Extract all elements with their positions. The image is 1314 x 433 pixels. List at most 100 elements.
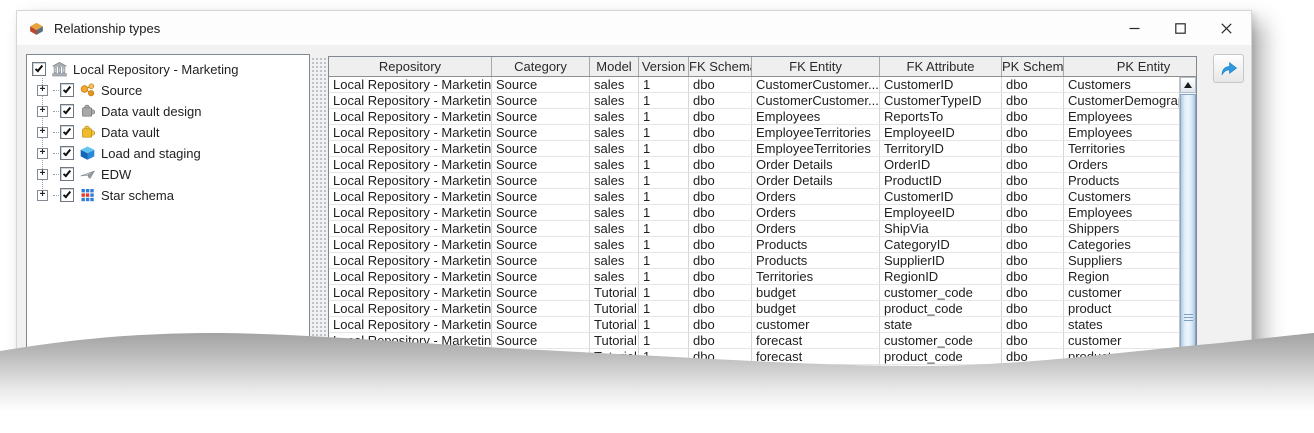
expand-icon[interactable]: + <box>37 106 48 117</box>
checkbox[interactable] <box>60 125 74 139</box>
column-header[interactable]: PK Entity <box>1064 57 1197 76</box>
table-cell: Source <box>492 205 590 221</box>
table-cell: OrderID <box>880 157 1002 173</box>
close-button[interactable] <box>1203 11 1249 45</box>
table-cell: Source <box>492 125 590 141</box>
table-cell: Employees <box>752 109 880 125</box>
table-cell: Source <box>492 237 590 253</box>
table-cell: Local Repository - Marketing <box>329 285 492 301</box>
table-row[interactable]: Local Repository - MarketingSourceTutori… <box>329 349 1181 365</box>
table-row[interactable]: Local Repository - MarketingSourcesales1… <box>329 125 1181 141</box>
table-row[interactable]: Local Repository - MarketingSourcesales1… <box>329 205 1181 221</box>
expand-icon[interactable]: + <box>37 127 48 138</box>
table-cell: sales <box>590 253 639 269</box>
column-header[interactable]: FK Attribute <box>880 57 1002 76</box>
table-cell: dbo <box>689 77 752 93</box>
split-pane-divider[interactable] <box>310 56 328 356</box>
scrollbar-thumb[interactable] <box>1180 94 1196 370</box>
column-header[interactable]: FK Entity <box>752 57 880 76</box>
expand-icon[interactable]: + <box>37 85 48 96</box>
column-header[interactable]: FK Schema <box>689 57 752 76</box>
check-icon <box>63 85 71 94</box>
table-cell: 1 <box>639 205 689 221</box>
column-header[interactable]: Category <box>492 57 590 76</box>
tree-item-root[interactable]: Local Repository - Marketing <box>32 60 238 78</box>
expand-icon[interactable]: + <box>37 169 48 180</box>
tree-item-load-and-staging[interactable]: + Load and staging <box>37 144 201 162</box>
table-cell: dbo <box>1002 157 1064 173</box>
table-cell: Local Repository - Marketing <box>329 141 492 157</box>
tree-item-source[interactable]: + Source <box>37 81 142 99</box>
table-cell: dbo <box>1002 205 1064 221</box>
titlebar[interactable]: Relationship types <box>17 11 1251 45</box>
table-row[interactable]: Local Repository - MarketingSourcesales1… <box>329 269 1181 285</box>
expand-icon[interactable]: + <box>37 190 48 201</box>
table-row[interactable]: Local Repository - MarketingSourcesales1… <box>329 93 1181 109</box>
checkbox[interactable] <box>32 62 46 76</box>
table-cell: Tutorial <box>590 333 639 349</box>
table-row[interactable]: Local Repository - MarketingSourceTutori… <box>329 317 1181 333</box>
table-cell: dbo <box>689 109 752 125</box>
checkbox[interactable] <box>60 146 74 160</box>
table-cell: sales <box>590 109 639 125</box>
table-cell: Local Repository - Marketing <box>329 77 492 93</box>
table-row[interactable]: Local Repository - MarketingSourcesales1… <box>329 237 1181 253</box>
scroll-up-button[interactable] <box>1180 77 1196 93</box>
table-cell: CustomerTypeID <box>880 93 1002 109</box>
table-cell: customer_code <box>880 285 1002 301</box>
table-cell: dbo <box>689 221 752 237</box>
maximize-button[interactable] <box>1157 11 1203 45</box>
forward-arrow-icon <box>1219 60 1239 77</box>
checkbox[interactable] <box>60 83 74 97</box>
maximize-icon <box>1175 23 1186 34</box>
table-row[interactable]: Local Repository - MarketingSourcesales1… <box>329 253 1181 269</box>
table-row[interactable]: Local Repository - MarketingSourcesales1… <box>329 221 1181 237</box>
table-cell: Orders <box>752 221 880 237</box>
tree-item-star-schema[interactable]: + Star schema <box>37 186 174 204</box>
check-icon <box>63 169 71 178</box>
check-icon <box>35 64 43 73</box>
tree-item-data-vault[interactable]: + Data vault <box>37 123 160 141</box>
table-cell: dbo <box>689 93 752 109</box>
table-row[interactable]: Local Repository - MarketingSourcesales1… <box>329 157 1181 173</box>
table-row[interactable]: Local Repository - MarketingSourcesales1… <box>329 141 1181 157</box>
table-cell: 1 <box>639 109 689 125</box>
table-row[interactable]: Local Repository - MarketingSourceTutori… <box>329 285 1181 301</box>
table-cell: Source <box>492 317 590 333</box>
box-logo-icon <box>28 20 45 37</box>
model-tree-panel: Local Repository - Marketing + Source <box>26 54 310 356</box>
minimize-button[interactable] <box>1111 11 1157 45</box>
tree-stub <box>53 132 59 133</box>
table-cell: 1 <box>639 349 689 365</box>
column-header[interactable]: Repository <box>329 57 492 76</box>
table-row[interactable]: Local Repository - MarketingSourcesales1… <box>329 77 1181 93</box>
table-cell: Local Repository - Marketing <box>329 333 492 349</box>
table-row[interactable]: Local Repository - MarketingSourceTutori… <box>329 301 1181 317</box>
table-cell: sales <box>590 205 639 221</box>
close-icon <box>1221 23 1232 34</box>
tree-item-data-vault-design[interactable]: + Data vault design <box>37 102 201 120</box>
table-cell: 1 <box>639 173 689 189</box>
table-cell: Source <box>492 93 590 109</box>
window-controls <box>1111 11 1249 45</box>
tree-item-edw[interactable]: + EDW <box>37 165 131 183</box>
table-row[interactable]: Local Repository - MarketingSourcesales1… <box>329 109 1181 125</box>
export-button[interactable] <box>1213 54 1244 83</box>
column-header[interactable]: Version <box>639 57 689 76</box>
checkbox[interactable] <box>60 104 74 118</box>
checkbox[interactable] <box>60 188 74 202</box>
cube-icon <box>79 145 96 161</box>
table-cell: 1 <box>639 301 689 317</box>
table-cell: EmployeeID <box>880 125 1002 141</box>
checkbox[interactable] <box>60 167 74 181</box>
table-cell: dbo <box>689 189 752 205</box>
column-header[interactable]: PK Schema <box>1002 57 1064 76</box>
table-row[interactable]: Local Repository - MarketingSourcesales1… <box>329 189 1181 205</box>
table-row[interactable]: Local Repository - MarketingSourceTutori… <box>329 333 1181 349</box>
vertical-scrollbar[interactable] <box>1179 77 1196 369</box>
table-row[interactable]: Local Repository - MarketingSourcesales1… <box>329 173 1181 189</box>
expand-icon[interactable]: + <box>37 148 48 159</box>
tree-item-label: Data vault <box>101 125 160 140</box>
table-cell: budget <box>752 285 880 301</box>
column-header[interactable]: Model <box>590 57 639 76</box>
